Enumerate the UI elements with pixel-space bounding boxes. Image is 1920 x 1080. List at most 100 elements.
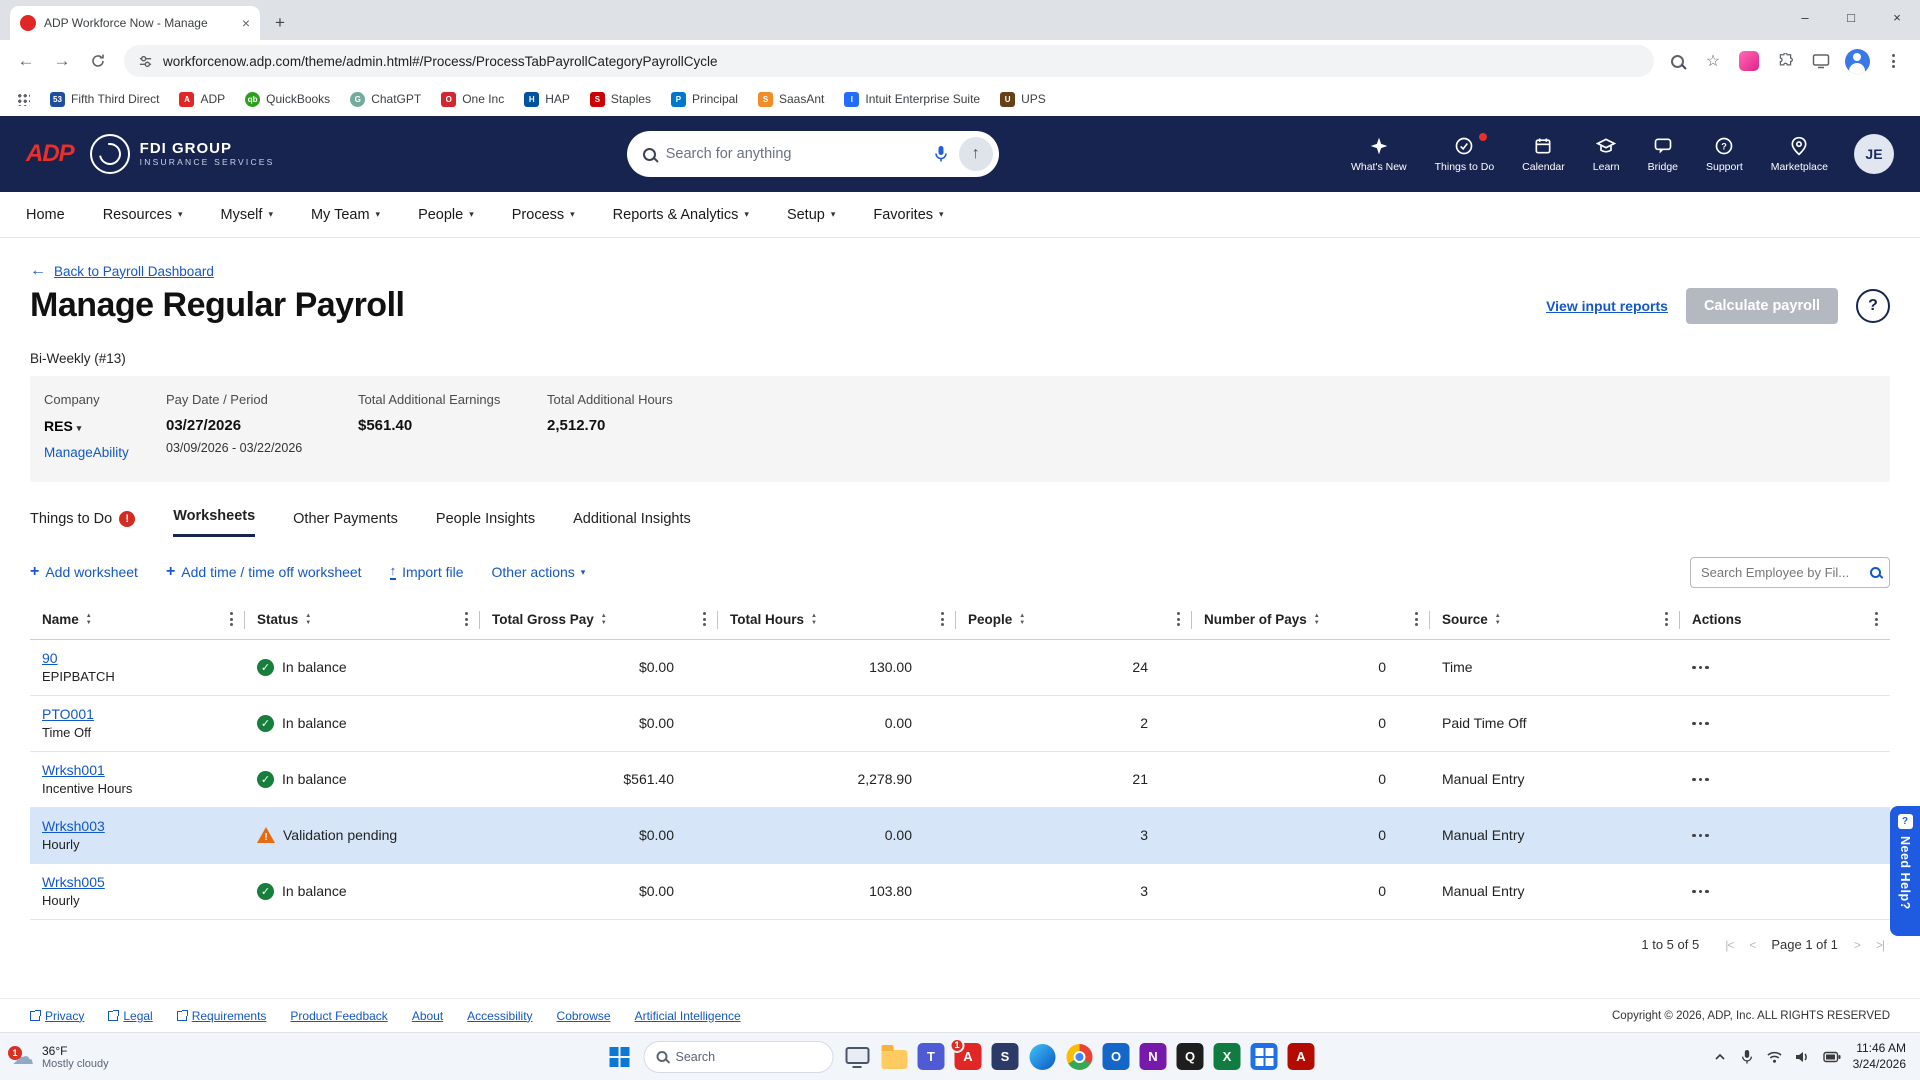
global-search-input[interactable] [665,146,923,162]
learn-button[interactable]: Learn [1593,136,1620,173]
manageability-link[interactable]: ManageAbility [44,445,129,461]
wifi-icon[interactable] [1766,1050,1783,1064]
site-settings-icon[interactable] [138,54,153,69]
start-button[interactable] [606,1043,634,1071]
footer-cobrowse-link[interactable]: Cobrowse [557,1009,611,1023]
profile-avatar-icon[interactable] [1844,48,1870,74]
column-menu-icon[interactable] [1873,608,1880,630]
column-name[interactable]: Name ▲ ▼ [30,600,245,639]
column-total-gross-pay[interactable]: Total Gross Pay ▲ ▼ [480,600,718,639]
user-avatar[interactable]: JE [1853,134,1894,174]
nav-setup[interactable]: Setup ▾ [787,207,835,223]
employee-search-input[interactable] [1701,564,1864,580]
apps-grid-icon[interactable] [16,92,30,106]
tab-additional-insights[interactable]: Additional Insights [573,511,691,537]
back-to-payroll-dashboard-link[interactable]: Back to Payroll Dashboard [54,264,214,279]
browser-forward-button[interactable]: → [46,45,78,77]
volume-icon[interactable] [1795,1050,1811,1064]
nav-myself[interactable]: Myself ▾ [221,207,273,223]
tab-close-icon[interactable]: × [242,15,250,31]
column-status[interactable]: Status ▲ ▼ [245,600,480,639]
nav-home[interactable]: Home [26,207,65,223]
taskbar-search[interactable]: Search [643,1040,834,1073]
column-actions[interactable]: Actions [1680,600,1890,639]
task-view-icon[interactable] [844,1043,871,1070]
calculate-payroll-button[interactable]: Calculate payroll [1685,287,1838,324]
footer-artificial-intelligence-link[interactable]: Artificial Intelligence [635,1009,741,1023]
browser-tab[interactable]: ADP Workforce Now - Manage × [10,6,260,40]
row-actions-menu-icon[interactable] [1692,662,1878,674]
worksheet-link[interactable]: Wrksh005 [42,874,105,890]
footer-legal-link[interactable]: Legal [108,1009,153,1023]
previous-page-button[interactable]: < [1749,938,1756,952]
whats-new-button[interactable]: What's New [1351,136,1407,173]
excel-icon[interactable]: X [1213,1043,1241,1070]
footer-about-link[interactable]: About [412,1009,443,1023]
microphone-tray-icon[interactable] [1740,1049,1754,1065]
bookmark-ups[interactable]: U UPS [1000,91,1046,107]
adp-app-icon[interactable]: A1 [949,1038,982,1070]
bookmark-staples[interactable]: S Staples [589,91,651,107]
screen-share-icon[interactable] [1808,48,1834,74]
help-icon[interactable]: ? [1856,288,1890,323]
column-menu-icon[interactable] [463,608,470,630]
worksheet-link[interactable]: PTO001 [42,706,94,722]
add-worksheet-button[interactable]: + Add worksheet [30,563,138,581]
nav-process[interactable]: Process ▾ [512,207,575,223]
sort-icon[interactable]: ▲ ▼ [305,613,311,626]
footer-product-feedback-link[interactable]: Product Feedback [290,1009,387,1023]
column-people[interactable]: People ▲ ▼ [956,600,1192,639]
tab-people-insights[interactable]: People Insights [436,511,535,537]
footer-requirements-link[interactable]: Requirements [176,1009,266,1023]
sort-icon[interactable]: ▲ ▼ [1019,613,1025,626]
bookmark-star-icon[interactable]: ☆ [1700,48,1726,74]
column-number-of-pays[interactable]: Number of Pays ▲ ▼ [1192,600,1430,639]
column-menu-icon[interactable] [1413,608,1420,630]
teams-icon[interactable]: T [917,1043,945,1070]
column-menu-icon[interactable] [701,608,708,630]
column-menu-icon[interactable] [1175,608,1182,630]
tab-worksheets[interactable]: Worksheets [173,508,256,537]
bookmark-chatgpt[interactable]: G ChatGPT [350,91,421,107]
sort-icon[interactable]: ▲ ▼ [86,613,92,626]
terminal-app-icon[interactable]: Q [1176,1043,1204,1070]
support-button[interactable]: ? Support [1706,136,1743,173]
view-input-reports-link[interactable]: View input reports [1546,298,1668,314]
microphone-icon[interactable] [933,145,949,163]
bookmark-hap[interactable]: H HAP [524,91,570,107]
bookmark-fifth-third[interactable]: 53 Fifth Third Direct [50,91,159,107]
sort-icon[interactable]: ▲ ▼ [1314,613,1320,626]
browser-refresh-button[interactable] [82,45,114,77]
window-close-button[interactable]: × [1874,0,1920,34]
column-source[interactable]: Source ▲ ▼ [1430,600,1680,639]
taskbar-app-icon[interactable]: S [991,1043,1019,1070]
chrome-icon[interactable] [1066,1043,1093,1070]
tab-things-to-do[interactable]: Things to Do ! [30,510,136,537]
other-actions-dropdown[interactable]: Other actions ▾ [492,564,586,580]
worksheet-link[interactable]: Wrksh003 [42,818,105,834]
bookmark-one-inc[interactable]: O One Inc [441,91,504,107]
bookmark-quickbooks[interactable]: qb QuickBooks [245,91,330,107]
company-select[interactable]: RES ▾ [44,418,81,434]
worksheet-link[interactable]: Wrksh001 [42,762,105,778]
apps-grid-app-icon[interactable] [1250,1043,1278,1070]
bookmark-adp[interactable]: A ADP [179,91,225,107]
things-to-do-button[interactable]: Things to Do [1435,131,1494,173]
first-page-button[interactable]: |< [1725,938,1734,952]
zoom-icon[interactable] [1664,48,1690,74]
taskbar-clock[interactable]: 11:46 AM 3/24/2026 [1853,1041,1906,1072]
row-actions-menu-icon[interactable] [1692,774,1878,786]
tray-chevron-up-icon[interactable] [1712,1049,1728,1065]
back-arrow-icon[interactable]: ← [30,262,46,280]
nav-people[interactable]: People ▾ [418,207,474,223]
outlook-icon[interactable]: O [1102,1043,1130,1070]
edge-icon[interactable] [1029,1043,1056,1070]
column-total-hours[interactable]: Total Hours ▲ ▼ [718,600,956,639]
import-file-button[interactable]: ↑ Import file [389,564,464,581]
pinned-extension-icon[interactable] [1736,48,1762,74]
column-menu-icon[interactable] [1663,608,1670,630]
global-search[interactable]: ↑ [626,131,999,177]
adp-logo[interactable]: ADP [26,140,75,168]
sort-icon[interactable]: ▲ ▼ [601,613,607,626]
extensions-puzzle-icon[interactable] [1772,48,1798,74]
